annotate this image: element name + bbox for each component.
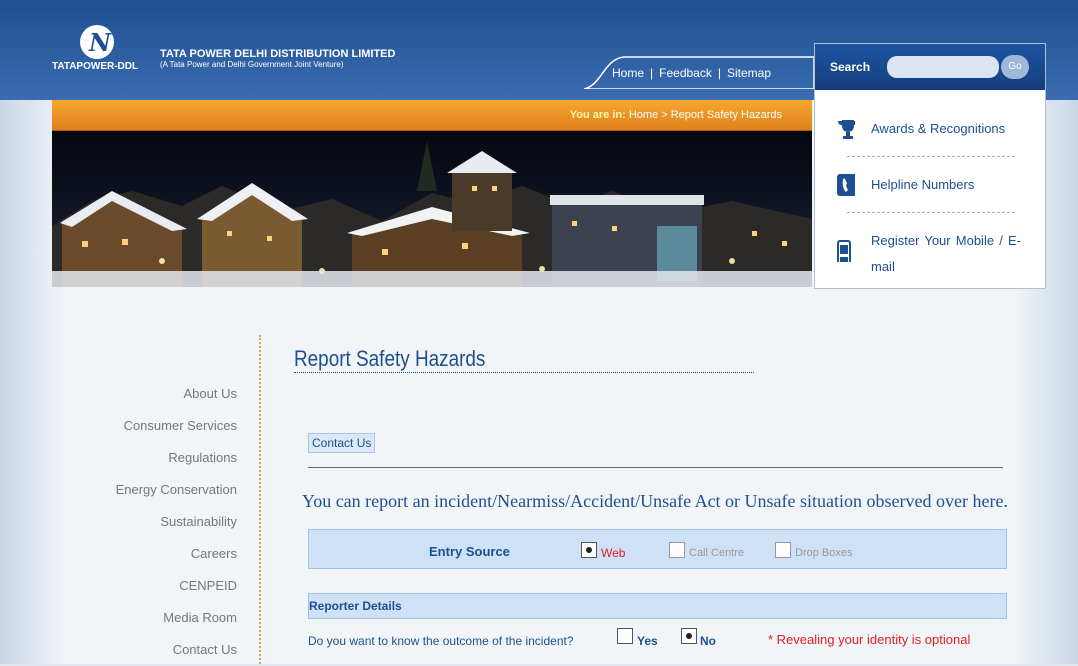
company-subtitle: (A Tata Power and Delhi Government Joint… <box>160 60 344 69</box>
sidebar-item-regulations[interactable]: Regulations <box>92 442 237 474</box>
sidebar-item-energy-conservation[interactable]: Energy Conservation <box>92 474 237 506</box>
right-panel: Search Go Awards & Recognitions Helpline… <box>814 43 1046 289</box>
breadcrumb-bar: You are in: Home > Report Safety Hazards <box>52 100 812 131</box>
sidebar-divider <box>259 335 261 664</box>
sidebar-item-sustainability[interactable]: Sustainability <box>92 506 237 538</box>
nav-home-link[interactable]: Home <box>612 66 644 80</box>
quicklink-divider <box>847 116 1015 157</box>
identity-note: * Revealing your identity is optional <box>768 632 971 647</box>
reporter-details-label: Reporter Details <box>309 599 402 613</box>
outcome-yes-radio[interactable] <box>617 628 633 644</box>
entry-source-label: Entry Source <box>429 544 510 559</box>
left-sidebar-menu: About Us Consumer Services Regulations E… <box>92 378 237 666</box>
outcome-no-radio[interactable] <box>681 628 697 644</box>
sidebar-item-consumer-services[interactable]: Consumer Services <box>92 410 237 442</box>
entry-source-row: Entry Source Web Call Centre Drop Boxes <box>308 529 1007 569</box>
contact-us-button[interactable]: Contact Us <box>308 433 376 453</box>
title-underline <box>294 372 754 373</box>
reporter-details-header: Reporter Details <box>308 593 1007 619</box>
nav-feedback-link[interactable]: Feedback <box>659 66 712 80</box>
outcome-no-label: No <box>700 634 716 648</box>
search-label: Search <box>830 60 871 74</box>
section-divider <box>308 467 1003 468</box>
search-bar: Search Go <box>815 44 1045 90</box>
nav-separator: | <box>717 66 721 80</box>
outcome-yes-label: Yes <box>637 634 658 648</box>
sidebar-item-contact-us[interactable]: Contact Us <box>92 634 237 666</box>
sidebar-item-media-room[interactable]: Media Room <box>92 602 237 634</box>
breadcrumb-path[interactable]: Home > Report Safety Hazards <box>629 109 782 121</box>
search-input[interactable] <box>887 56 999 78</box>
entry-web-label: Web <box>601 546 626 560</box>
intro-text: You can report an incident/Nearmiss/Acci… <box>302 491 1008 511</box>
quicklink-register[interactable]: Register Your Mobile / E-mail <box>815 224 1045 288</box>
page-title: Report Safety Hazards <box>294 346 486 371</box>
breadcrumb: You are in: Home > Report Safety Hazards <box>570 109 782 121</box>
logo-brand-text: TATAPOWER-DDL <box>52 61 139 72</box>
site-logo[interactable]: N TATAPOWER-DDL <box>52 25 148 75</box>
entry-web-radio[interactable] <box>581 542 597 558</box>
entry-call-centre-radio[interactable] <box>669 542 685 558</box>
company-name: TATA POWER DELHI DISTRIBUTION LIMITED <box>160 48 396 60</box>
entry-drop-boxes-radio[interactable] <box>775 542 791 558</box>
mobile-icon <box>837 240 851 262</box>
company-block: TATA POWER DELHI DISTRIBUTION LIMITED (A… <box>160 48 395 69</box>
sidebar-item-about-us[interactable]: About Us <box>92 378 237 410</box>
sidebar-item-cenpeid[interactable]: CENPEID <box>92 570 237 602</box>
entry-drop-boxes-label: Drop Boxes <box>795 547 853 559</box>
quicklink-label: Register Your Mobile / E-mail <box>871 233 1021 274</box>
logo-mark-icon: N <box>80 25 114 59</box>
nav-sitemap-link[interactable]: Sitemap <box>727 66 771 80</box>
banner-night-town-image <box>52 131 812 287</box>
sidebar-item-careers[interactable]: Careers <box>92 538 237 570</box>
top-nav: Home | Feedback | Sitemap <box>584 55 814 89</box>
search-go-button[interactable]: Go <box>1001 55 1029 79</box>
entry-call-centre-label: Call Centre <box>689 547 745 559</box>
nav-separator: | <box>650 66 654 80</box>
page-wrapper: N TATAPOWER-DDL TATA POWER DELHI DISTRIB… <box>52 0 1046 666</box>
quicklink-divider <box>847 172 1015 213</box>
breadcrumb-prefix: You are in: <box>569 109 626 121</box>
outcome-question: Do you want to know the outcome of the i… <box>308 634 574 648</box>
